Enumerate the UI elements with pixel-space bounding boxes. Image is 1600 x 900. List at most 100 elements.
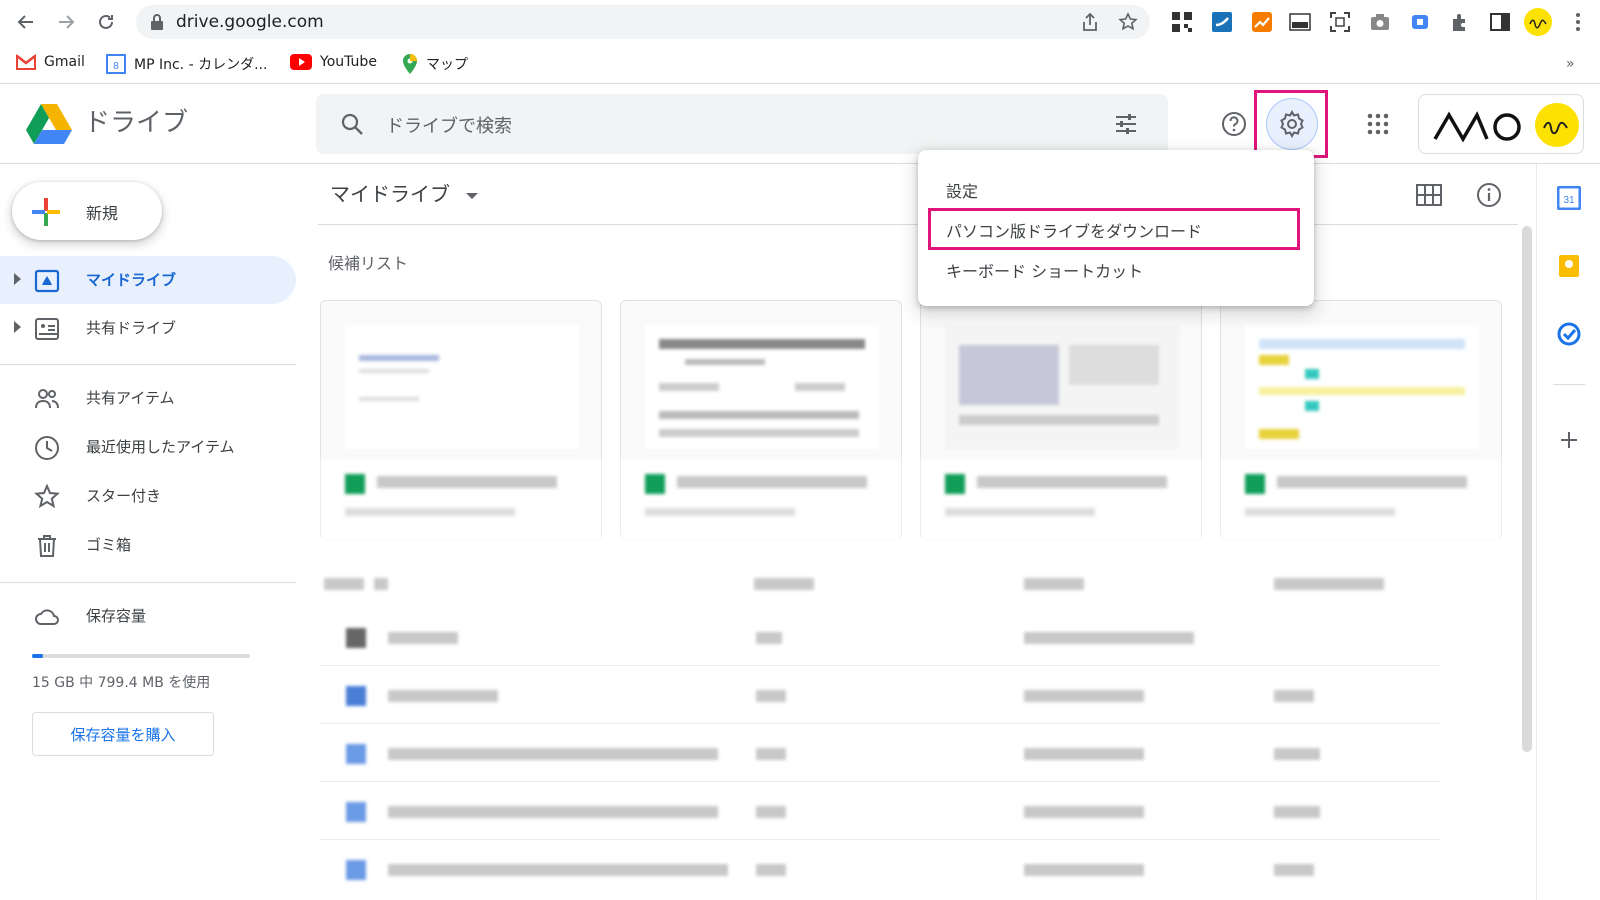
lock-icon [151, 14, 163, 30]
sidebar-item-shared-drives[interactable]: 共有ドライブ [0, 304, 296, 352]
sidebar-item-label: 共有ドライブ [86, 319, 177, 337]
search-icon[interactable] [340, 112, 364, 136]
drive-logo-icon[interactable] [26, 102, 72, 144]
url-text: drive.google.com [176, 12, 324, 32]
translate-extension-icon[interactable] [1406, 8, 1434, 36]
file-thumbnail [1245, 325, 1479, 449]
buy-storage-button[interactable]: 保存容量を購入 [32, 712, 214, 756]
table-row[interactable] [320, 782, 1440, 840]
expand-arrow-icon[interactable] [14, 321, 21, 333]
sidebar-item-shared-with-me[interactable]: 共有アイテム [0, 374, 296, 422]
apps-grid-icon[interactable] [1354, 100, 1402, 148]
bookmark-label: MP Inc. - カレンダ... [134, 57, 268, 73]
info-icon[interactable] [1476, 182, 1502, 208]
new-button-label: 新規 [86, 204, 119, 223]
bookmark-gmail[interactable]: Gmail [16, 54, 85, 70]
sidebar-item-label: 最近使用したアイテム [86, 438, 235, 456]
dropdown-arrow-icon[interactable] [466, 192, 479, 199]
file-card-footer [321, 457, 601, 541]
star-icon[interactable] [1118, 12, 1138, 32]
search-input[interactable]: ドライブで検索 [386, 112, 512, 138]
add-addon-icon[interactable] [1559, 430, 1579, 450]
qr-extension-icon[interactable] [1168, 8, 1196, 36]
storage-bar [32, 654, 250, 658]
s-extension-icon[interactable] [1208, 8, 1236, 36]
reload-icon[interactable] [92, 8, 120, 36]
sidebar-item-label: スター付き [86, 487, 162, 505]
file-list-header [324, 578, 1434, 598]
org-logo-icon [1433, 111, 1521, 143]
star-outline-icon [34, 484, 60, 509]
camera-icon[interactable] [1366, 8, 1394, 36]
account-switcher[interactable] [1418, 94, 1584, 154]
scrollbar[interactable] [1522, 226, 1532, 752]
table-row[interactable] [320, 608, 1440, 666]
search-box[interactable]: ドライブで検索 [316, 94, 1168, 154]
sidepanel-icon[interactable] [1486, 8, 1514, 36]
bookmarks-overflow-icon[interactable]: » [1566, 56, 1575, 72]
file-card-footer [921, 457, 1201, 541]
table-row[interactable] [320, 724, 1440, 782]
search-options-icon[interactable] [1114, 112, 1138, 136]
shared-drive-icon [35, 318, 59, 340]
sidebar-item-label: 保存容量 [86, 607, 147, 625]
sidebar: 新規 マイドライブ 共有ドライブ 共有アイテム 最近使用したアイテム スター付き… [0, 164, 300, 900]
file-card-footer [1221, 457, 1501, 541]
calendar-app-icon[interactable]: 31 [1557, 186, 1581, 210]
sidebar-item-my-drive[interactable]: マイドライブ [0, 256, 296, 304]
puzzle-icon[interactable] [1446, 8, 1474, 36]
storage-usage-text: 15 GB 中 799.4 MB を使用 [32, 675, 211, 691]
page-title[interactable]: マイドライブ [330, 178, 479, 207]
back-icon[interactable] [12, 8, 40, 36]
browser-menu-icon[interactable] [1564, 8, 1592, 36]
youtube-icon [290, 54, 312, 70]
app-title: ドライブ [84, 108, 189, 138]
sidebar-item-starred[interactable]: スター付き [0, 472, 296, 520]
new-extension-icon[interactable] [1286, 8, 1314, 36]
people-icon [35, 389, 59, 409]
sidebar-item-recent[interactable]: 最近使用したアイテム [0, 423, 296, 471]
bookmark-label: マップ [426, 57, 468, 73]
suggested-file-card[interactable] [920, 300, 1202, 541]
svg-text:8: 8 [113, 61, 119, 72]
table-row[interactable] [320, 666, 1440, 724]
suggested-file-card[interactable] [320, 300, 602, 541]
screenshot-extension-icon[interactable] [1326, 8, 1354, 36]
tasks-app-icon[interactable] [1557, 322, 1581, 346]
forward-icon[interactable] [52, 8, 80, 36]
calendar-icon: 8 [106, 54, 126, 74]
plus-icon [32, 198, 60, 226]
table-row[interactable] [320, 840, 1440, 898]
expand-arrow-icon[interactable] [14, 273, 21, 285]
trash-icon [38, 535, 56, 557]
clock-icon [35, 436, 59, 460]
sidebar-item-trash[interactable]: ゴミ箱 [0, 521, 296, 569]
download-highlight-box [928, 208, 1300, 250]
file-thumbnail [945, 325, 1179, 449]
bookmarks-bar: Gmail 8 MP Inc. - カレンダ... YouTube マップ » [0, 44, 1600, 84]
profile-avatar[interactable] [1524, 8, 1552, 36]
suggested-file-card[interactable] [620, 300, 902, 541]
menu-item-settings[interactable]: 設定 [946, 178, 978, 202]
suggested-file-card[interactable] [1220, 300, 1502, 541]
menu-item-keyboard-shortcuts[interactable]: キーボード ショートカット [946, 258, 1143, 282]
sidebar-item-storage[interactable]: 保存容量 [0, 592, 296, 640]
bookmark-maps[interactable]: マップ [402, 54, 468, 74]
bookmark-calendar[interactable]: 8 MP Inc. - カレンダ... [106, 54, 267, 74]
keep-app-icon[interactable] [1557, 254, 1581, 278]
sidebar-divider [0, 582, 296, 583]
new-button[interactable]: 新規 [12, 182, 162, 240]
page-title-text: マイドライブ [330, 182, 450, 206]
side-panel-divider [1553, 384, 1585, 385]
grid-view-icon[interactable] [1416, 184, 1442, 206]
share-icon[interactable] [1080, 12, 1100, 32]
sidebar-item-label: 共有アイテム [86, 389, 175, 407]
svg-text:31: 31 [1563, 195, 1575, 206]
bookmark-youtube[interactable]: YouTube [290, 54, 377, 70]
file-thumbnail [645, 325, 879, 449]
drive-header: ドライブ ドライブで検索 [0, 84, 1600, 164]
suggested-label: 候補リスト [328, 254, 409, 273]
help-icon[interactable] [1210, 100, 1258, 148]
address-bar[interactable]: drive.google.com [136, 5, 1150, 39]
chart-extension-icon[interactable] [1248, 8, 1276, 36]
